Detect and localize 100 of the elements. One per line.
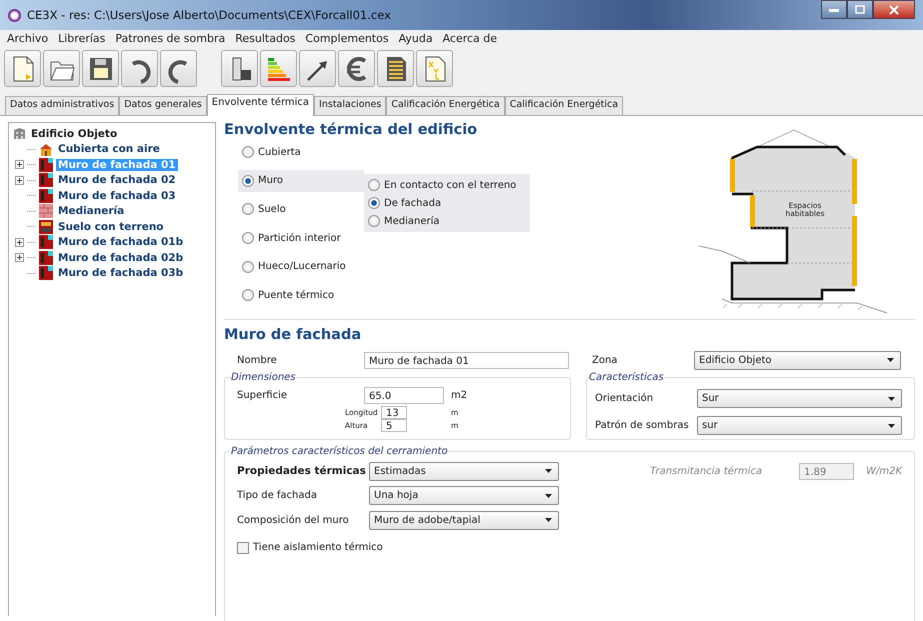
energy-rating-icon[interactable] [260, 50, 297, 87]
block-icon[interactable] [221, 50, 258, 87]
new-document-icon[interactable] [4, 50, 41, 87]
checkbox[interactable] [237, 542, 249, 554]
dropdown[interactable]: Edificio Objeto [694, 350, 901, 370]
expand-icon[interactable] [15, 176, 24, 185]
dropdown[interactable]: Una hoja [369, 486, 559, 506]
radio-button[interactable] [242, 289, 254, 302]
wall-icon [39, 235, 53, 250]
caret-icon [545, 494, 552, 498]
menu-item[interactable]: Ayuda [394, 32, 438, 45]
maximize-icon [855, 5, 865, 14]
radio-button[interactable] [242, 203, 254, 216]
tree-item[interactable]: Cubierta con aire [56, 143, 162, 156]
dropdown[interactable]: Estimadas [369, 462, 559, 481]
expand-icon[interactable] [15, 238, 24, 247]
wall-icon [39, 250, 53, 265]
radio-button[interactable] [242, 174, 254, 187]
close-button[interactable] [873, 0, 915, 19]
tree-item[interactable]: Muro de fachada 03 [56, 190, 178, 202]
radio-label: Suelo [258, 204, 286, 215]
input-field[interactable]: 65.0 [364, 387, 444, 404]
radio-label: De fachada [384, 198, 442, 208]
minimize-button[interactable] [821, 0, 847, 19]
wall-icon [39, 266, 53, 280]
wall-icon [39, 158, 53, 172]
undo-icon[interactable] [121, 50, 158, 87]
dropdown[interactable]: Sur [697, 389, 902, 408]
field-label: Transmitancia térmica [650, 466, 762, 476]
input-field[interactable]: 13 [381, 406, 407, 419]
menu-item[interactable]: Acerca de [438, 32, 502, 45]
menu-item[interactable]: Resultados [230, 32, 300, 45]
radio-label: En contacto con el terreno [384, 180, 516, 190]
radio-label: Partición interior [258, 232, 341, 244]
tree-item[interactable]: Edificio Objeto [29, 128, 120, 140]
radio-label: Puente térmico [258, 290, 334, 301]
field-label: Nombre [237, 354, 278, 366]
tree-item[interactable]: Suelo con terreno [56, 220, 166, 233]
window-title: CE3X - res: C:\Users\Jose Alberto\Documents\CEX\Forcall01.cex [27, 8, 392, 22]
caret-icon [887, 358, 894, 362]
floor-icon [39, 220, 53, 234]
radio-label: Cubierta [258, 146, 301, 158]
menu-item[interactable]: Archivo [2, 32, 54, 45]
caret-icon [545, 469, 552, 474]
app-icon [8, 8, 21, 22]
group-title: Dimensiones [231, 372, 296, 383]
folder-icon[interactable] [43, 50, 80, 87]
redo-icon[interactable] [160, 50, 197, 87]
radio-button[interactable] [242, 232, 254, 244]
radio-button[interactable] [242, 260, 254, 273]
tree-item[interactable]: Muro de fachada 03b [56, 267, 186, 280]
wall-icon [39, 188, 53, 203]
wall-icon [39, 204, 53, 218]
caret-icon [545, 518, 552, 522]
building-icon [13, 127, 26, 140]
tab[interactable]: Datos generales [119, 96, 207, 115]
document-icon[interactable] [377, 50, 414, 87]
field-label: Patrón de sombras [595, 420, 690, 431]
maximize-button[interactable] [847, 0, 873, 19]
menu-item[interactable]: Patrones de sombra [110, 32, 230, 45]
caret-icon [888, 396, 895, 400]
menu-item[interactable]: Complementos [300, 32, 394, 45]
expand-icon[interactable] [15, 253, 24, 262]
field-label: Zona [592, 354, 618, 366]
euro-icon[interactable] [338, 50, 375, 87]
tab[interactable]: Envolvente térmica [206, 94, 314, 116]
minimize-icon [829, 8, 839, 12]
group-title: Parámetros característicos del cerramiento [231, 446, 448, 457]
xml-file-icon[interactable] [416, 50, 453, 87]
radio-label: Hueco/Lucernario [258, 261, 346, 272]
radio-label: Medianería [384, 216, 440, 226]
tab[interactable]: Instalaciones [314, 96, 386, 115]
tree-item[interactable]: Muro de fachada 02 [56, 174, 178, 186]
wall-icon [39, 173, 53, 188]
tree-item[interactable]: Medianería [56, 205, 126, 218]
radio-button[interactable] [368, 179, 380, 191]
checkbox-label: Tiene aislamiento térmico [253, 542, 383, 553]
radio-button[interactable] [368, 215, 380, 227]
tab[interactable]: Calificación Energética [504, 96, 624, 115]
input-field[interactable]: Muro de fachada 01 [364, 352, 569, 368]
field-label: Orientación [595, 393, 654, 404]
section-heading: Muro de fachada [224, 327, 362, 343]
unit-label: m2 [451, 390, 468, 401]
field-label: Composición del muro [237, 514, 350, 526]
section-heading: Envolvente térmica del edificio [224, 122, 478, 138]
dropdown[interactable]: sur [697, 416, 902, 435]
tree-item[interactable]: Muro de fachada 01b [56, 236, 186, 248]
expand-icon[interactable] [15, 160, 24, 170]
group-title: Características [589, 372, 664, 383]
dropdown[interactable]: Muro de adobe/tapial [369, 510, 559, 530]
tab[interactable]: Datos administrativos [5, 96, 120, 115]
tab[interactable]: Calificación Energética [386, 96, 505, 115]
close-icon [889, 4, 899, 14]
tree-item[interactable]: Muro de fachada 02b [56, 252, 186, 264]
radio-button[interactable] [368, 197, 380, 209]
input-field[interactable]: 5 [381, 419, 407, 432]
field-label: Propiedades térmicas [237, 465, 367, 478]
radio-button[interactable] [242, 146, 254, 158]
save-icon[interactable] [82, 50, 119, 87]
menu-item[interactable]: Librerías [53, 32, 110, 45]
